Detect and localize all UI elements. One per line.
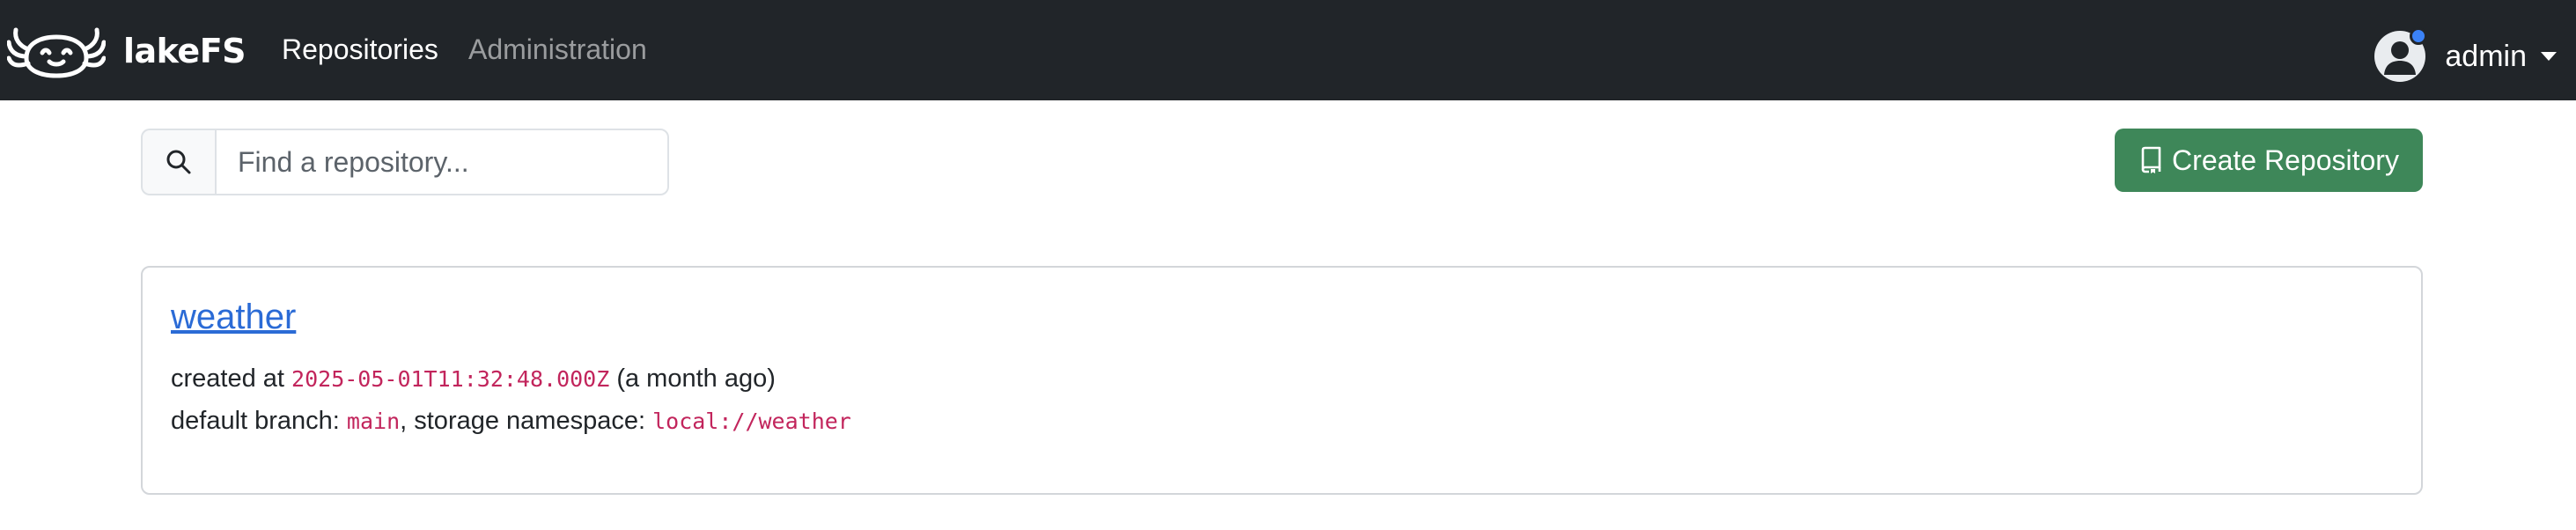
create-repository-button[interactable]: Create Repository (2115, 129, 2423, 192)
create-repository-label: Create Repository (2172, 144, 2399, 176)
nav-link-repositories[interactable]: Repositories (282, 32, 438, 67)
repository-search (141, 129, 669, 195)
default-branch-label: default branch: (171, 407, 340, 435)
user-name: admin (2445, 39, 2527, 73)
repository-details-line: default branch: main, storage namespace:… (171, 407, 851, 436)
avatar (2374, 27, 2428, 82)
repository-created-line: created at 2025-05-01T11:32:48.000Z (a m… (171, 364, 776, 394)
user-menu-dropdown[interactable]: admin (2374, 27, 2557, 83)
nav-link-administration[interactable]: Administration (468, 32, 647, 67)
search-icon (166, 150, 191, 174)
search-addon (141, 129, 215, 195)
storage-namespace-label: , storage namespace: (400, 407, 646, 435)
brand-name: lakeFS (123, 32, 247, 70)
default-branch-value: main (346, 409, 401, 434)
repo-icon (2141, 146, 2161, 173)
storage-namespace-value: local://weather (652, 409, 851, 434)
created-label: created at (171, 364, 284, 393)
search-input[interactable] (215, 129, 669, 195)
top-navbar: lakeFS Repositories Administration admin (0, 0, 2576, 100)
repository-link-weather[interactable]: weather (171, 298, 296, 337)
created-relative: (a month ago) (616, 364, 776, 393)
caret-down-icon (2541, 52, 2557, 61)
brand-link[interactable]: lakeFS (7, 23, 247, 79)
created-timestamp: 2025-05-01T11:32:48.000Z (291, 366, 610, 392)
repository-card: weather created at 2025-05-01T11:32:48.0… (141, 266, 2423, 495)
lakefs-axolotl-logo-icon (7, 27, 106, 78)
